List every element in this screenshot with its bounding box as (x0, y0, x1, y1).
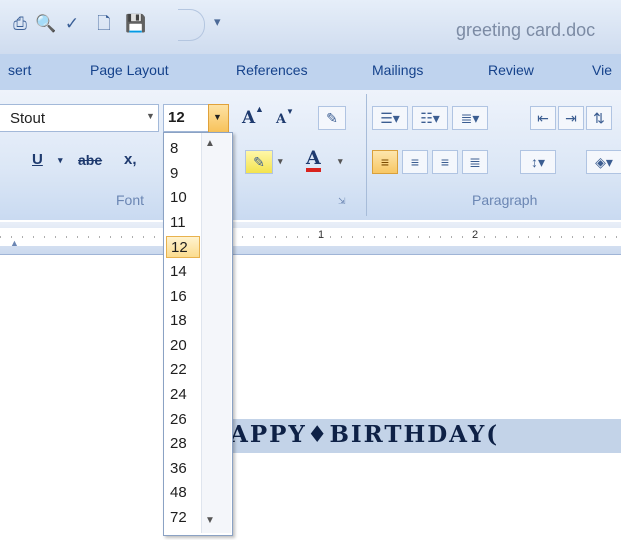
font-size-option-26[interactable]: 26 (170, 409, 200, 431)
customize-toolbar-button[interactable]: ▾ (214, 14, 221, 30)
multilevel-list-icon[interactable]: ≣▾ (452, 106, 488, 130)
font-size-option-72[interactable]: 72 (170, 507, 200, 529)
spelling-icon[interactable]: ✓ (60, 12, 84, 36)
tab-page-layout[interactable]: Page Layout (90, 62, 169, 78)
font-size-option-8[interactable]: 8 (170, 138, 200, 160)
align-right-icon[interactable]: ≡ (432, 150, 458, 174)
font-name-value: Stout (10, 110, 46, 127)
font-size-option-24[interactable]: 24 (170, 384, 200, 406)
highlight-dropdown-icon[interactable]: ▾ (278, 156, 283, 167)
font-size-option-36[interactable]: 36 (170, 458, 200, 480)
print-preview-icon[interactable]: 🔍 (34, 12, 58, 36)
font-size-option-16[interactable]: 16 (170, 286, 200, 308)
tab-view[interactable]: Vie (592, 62, 612, 78)
font-color-button[interactable]: A (306, 148, 321, 172)
font-name-dropdown-icon[interactable]: ▼ (146, 111, 155, 121)
tab-references[interactable]: References (236, 62, 308, 78)
chevron-down-icon: ▼ (213, 112, 222, 122)
shading-icon[interactable]: ◈▾ (586, 150, 621, 174)
indent-marker-icon[interactable]: ▲ (10, 238, 19, 248)
greeting-card-text[interactable]: APPY♦BIRTHDAY( (230, 421, 499, 448)
underline-dropdown-icon[interactable]: ▾ (58, 155, 63, 166)
align-center-icon[interactable]: ≡ (402, 150, 428, 174)
underline-button[interactable]: U (32, 151, 43, 168)
subscript-button[interactable]: x, (124, 151, 137, 168)
tab-review[interactable]: Review (488, 62, 534, 78)
line-spacing-icon[interactable]: ↕▾ (520, 150, 556, 174)
ruler-mark: 1 (318, 229, 325, 241)
strikethrough-button[interactable]: abe (78, 152, 102, 168)
ruler-ticks (0, 236, 621, 238)
font-size-list-scrollbar[interactable] (201, 133, 231, 533)
dialog-launcher-icon[interactable]: ⇲ (338, 196, 346, 207)
scroll-down-icon[interactable]: ▼ (205, 515, 215, 526)
new-document-icon[interactable]: 🗋 (92, 12, 116, 36)
font-size-option-12[interactable]: 12 (166, 236, 200, 258)
grow-arrow-icon: ▲ (255, 104, 264, 114)
font-size-option-20[interactable]: 20 (170, 335, 200, 357)
font-size-option-14[interactable]: 14 (170, 261, 200, 283)
bullets-icon[interactable]: ☰▾ (372, 106, 408, 130)
clear-formatting-icon[interactable]: ✎ (318, 106, 346, 130)
shrink-arrow-icon: ▼ (286, 107, 294, 116)
quick-access-toolbar-edge (178, 9, 205, 41)
font-size-option-11[interactable]: 11 (170, 212, 200, 234)
justify-icon[interactable]: ≣ (462, 150, 488, 174)
tab-insert[interactable]: sert (8, 62, 31, 78)
ruler-mark: 2 (472, 229, 479, 241)
paragraph-group-label: Paragraph (472, 192, 538, 208)
highlight-icon[interactable]: ✎ (245, 150, 273, 174)
increase-indent-icon[interactable]: ⇥ (558, 106, 584, 130)
font-size-option-22[interactable]: 22 (170, 359, 200, 381)
shrink-font-button[interactable]: A (276, 112, 286, 127)
font-size-option-9[interactable]: 9 (170, 163, 200, 185)
font-color-dropdown-icon[interactable]: ▾ (338, 156, 343, 167)
save-icon[interactable]: 💾 (124, 12, 148, 36)
font-size-option-28[interactable]: 28 (170, 433, 200, 455)
numbering-icon[interactable]: ☷▾ (412, 106, 448, 130)
print-icon[interactable]: ⎙ (8, 12, 32, 36)
sort-icon[interactable]: ⇅ (586, 106, 612, 130)
tab-mailings[interactable]: Mailings (372, 62, 423, 78)
font-group-label: Font (116, 192, 145, 208)
font-size-option-10[interactable]: 10 (170, 187, 200, 209)
font-size-option-18[interactable]: 18 (170, 310, 200, 332)
align-left-icon[interactable]: ≡ (372, 150, 398, 174)
grow-font-button[interactable]: A (242, 108, 255, 128)
decrease-indent-icon[interactable]: ⇤ (530, 106, 556, 130)
font-size-value: 12 (168, 109, 185, 126)
document-title: greeting card.doc (456, 20, 596, 40)
scroll-up-icon[interactable]: ▲ (205, 138, 215, 149)
font-size-option-48[interactable]: 48 (170, 482, 200, 504)
document-page[interactable] (0, 255, 621, 540)
